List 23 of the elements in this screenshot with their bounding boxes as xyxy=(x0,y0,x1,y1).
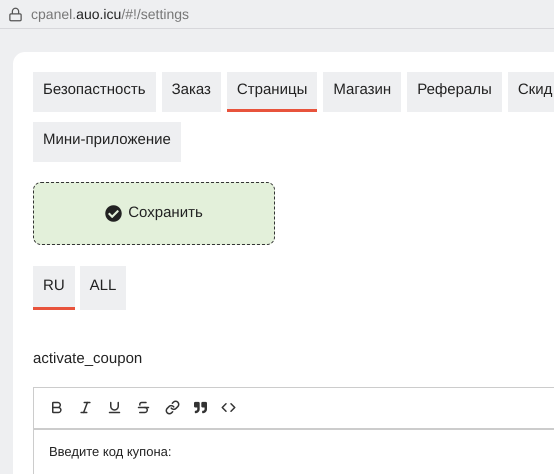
url-text[interactable]: cpanel.auo.icu/#!/settings xyxy=(31,4,190,24)
bold-icon[interactable] xyxy=(49,400,64,415)
field-label: activate_coupon xyxy=(33,349,144,369)
tab[interactable]: Заказ xyxy=(162,72,221,112)
tab[interactable]: Рефералы xyxy=(407,72,502,112)
link-icon[interactable] xyxy=(165,400,180,415)
tab[interactable]: Мини-приложение xyxy=(33,122,181,162)
check-icon xyxy=(105,205,122,222)
tab[interactable]: Магазин xyxy=(323,72,402,112)
tab[interactable]: Страницы xyxy=(226,72,318,112)
lock-icon xyxy=(8,6,23,22)
strikethrough-icon[interactable] xyxy=(136,400,151,415)
language-tab[interactable]: RU xyxy=(33,266,75,310)
tab[interactable]: Безопастность xyxy=(33,72,156,112)
italic-icon[interactable] xyxy=(78,400,93,415)
tab[interactable]: Скид xyxy=(508,72,554,112)
code-icon[interactable] xyxy=(221,400,236,415)
editor-text: Введите код купона: xyxy=(49,442,172,461)
quote-icon[interactable] xyxy=(194,401,207,414)
save-button[interactable]: Сохранить xyxy=(33,182,275,245)
underline-icon[interactable] xyxy=(107,400,122,415)
rich-text-editor[interactable]: Введите код купона: xyxy=(33,386,554,474)
language-tab[interactable]: ALL xyxy=(80,266,126,310)
